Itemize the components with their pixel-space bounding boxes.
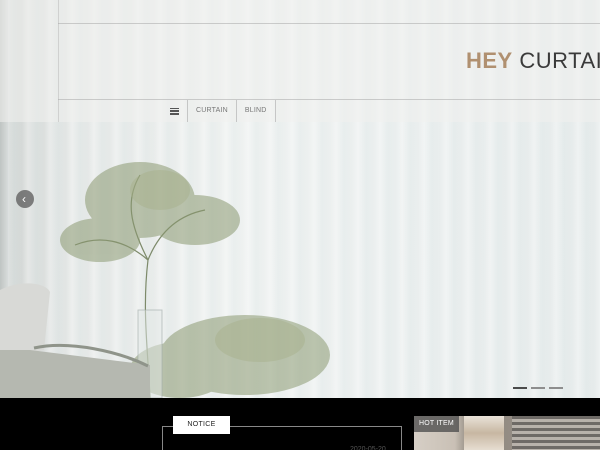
nav-item-curtain[interactable]: CURTAIN [188, 100, 237, 122]
logo-hey: HEY [466, 48, 513, 73]
slider-dot[interactable] [513, 387, 527, 389]
header-divider [58, 23, 600, 24]
logo-curtain: CURTAIN [519, 48, 600, 73]
hot-item-label: HOT ITEM [414, 416, 459, 432]
header-divider [58, 0, 59, 122]
chevron-left-icon: ‹ [22, 191, 26, 206]
shelf-image [464, 416, 504, 450]
slider-prev-button[interactable]: ‹ [16, 190, 34, 208]
slider-dot[interactable] [531, 387, 545, 389]
main-nav: CURTAIN BLIND [162, 100, 276, 122]
slider-pagination [513, 387, 563, 389]
header-divider [58, 99, 600, 100]
blinds-image [512, 416, 600, 450]
notice-date: 2020-05-20 [350, 446, 386, 450]
menu-button[interactable] [162, 100, 188, 122]
nav-item-blind[interactable]: BLIND [237, 100, 276, 122]
notice-tab[interactable]: NOTICE [173, 416, 230, 434]
hamburger-icon [170, 107, 179, 115]
site-logo[interactable]: HEY CURTAIN [466, 48, 600, 74]
sofa-image [0, 283, 150, 398]
slider-dot[interactable] [549, 387, 563, 389]
